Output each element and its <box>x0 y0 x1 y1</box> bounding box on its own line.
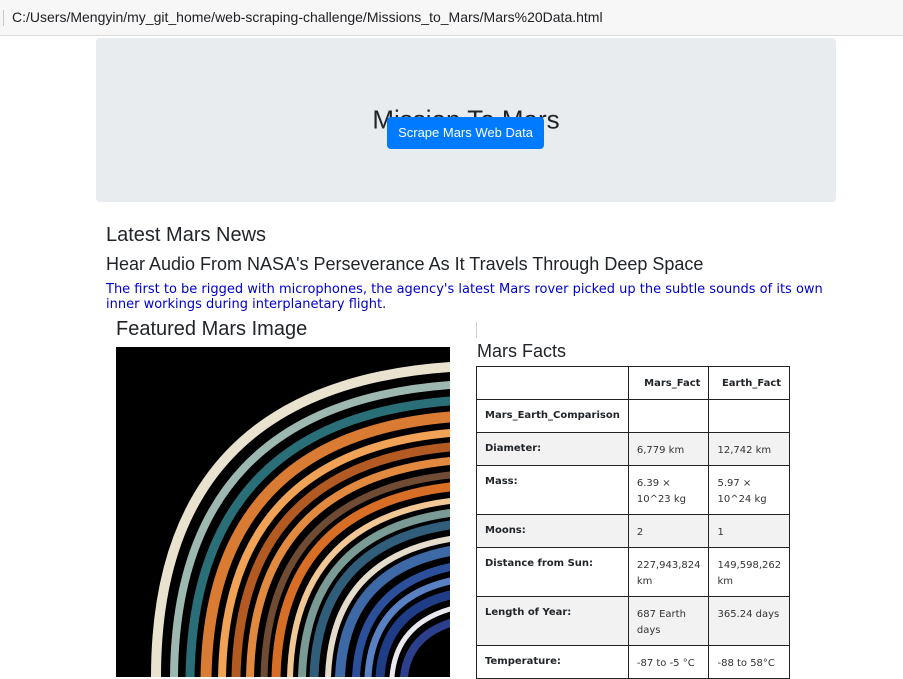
row-label: Length of Year: <box>476 596 629 646</box>
jumbotron: Mission To Mars Scrape Mars Web Data <box>96 38 836 202</box>
earth-value: -88 to 58°C <box>708 645 791 679</box>
news-title: Hear Audio From NASA's Perseverance As I… <box>106 254 704 274</box>
mars-value: 6,779 km <box>627 432 710 466</box>
earth-value: 365.24 days <box>708 596 791 646</box>
table-cell-empty <box>627 399 710 433</box>
mars-value: -87 to -5 °C <box>627 645 710 679</box>
featured-mars-image <box>116 347 450 677</box>
earth-value: 5.97 × 10^24 kg <box>708 465 791 515</box>
address-bar-divider <box>3 10 4 26</box>
mars-facts-heading: Mars Facts <box>477 341 567 361</box>
table-index-row: Mars_Earth_Comparison <box>476 399 791 433</box>
table-cell-empty <box>708 399 791 433</box>
row-label: Mass: <box>476 465 629 515</box>
news-teaser: The first to be rigged with microphones,… <box>106 282 823 312</box>
table-row: Diameter: 6,779 km 12,742 km <box>476 432 791 466</box>
table-row: Distance from Sun: 227,943,824 km 149,59… <box>476 547 791 597</box>
earth-value: 12,742 km <box>708 432 791 466</box>
table-header-blank <box>476 366 629 400</box>
earth-value: 149,598,262 km <box>708 547 791 597</box>
table-row: Length of Year: 687 Earth days 365.24 da… <box>476 596 791 646</box>
mars-value: 2 <box>627 514 710 548</box>
mars-value: 6.39 × 10^23 kg <box>627 465 710 515</box>
address-bar[interactable]: C:/Users/Mengyin/my_git_home/web-scrapin… <box>0 0 903 36</box>
table-row: Mass: 6.39 × 10^23 kg 5.97 × 10^24 kg <box>476 465 791 515</box>
table-header-row: Mars_Fact Earth_Fact <box>476 366 791 400</box>
mars-value: 227,943,824 km <box>627 547 710 597</box>
saturn-rings-photo <box>116 347 450 677</box>
earth-value: 1 <box>708 514 791 548</box>
row-label: Moons: <box>476 514 629 548</box>
scrape-button[interactable]: Scrape Mars Web Data <box>387 117 544 149</box>
table-index-label: Mars_Earth_Comparison <box>476 399 629 433</box>
row-label: Temperature: <box>476 645 629 679</box>
table-header-mars: Mars_Fact <box>627 366 710 400</box>
row-label: Distance from Sun: <box>476 547 629 597</box>
mars-value: 687 Earth days <box>627 596 710 646</box>
table-header-earth: Earth_Fact <box>708 366 791 400</box>
news-section-heading: Latest Mars News <box>106 224 267 246</box>
table-row: Moons: 2 1 <box>476 514 791 548</box>
featured-image-heading: Featured Mars Image <box>116 318 308 340</box>
address-bar-url[interactable]: C:/Users/Mengyin/my_git_home/web-scrapin… <box>12 9 603 25</box>
column-divider <box>476 322 477 338</box>
table-row: Temperature: -87 to -5 °C -88 to 58°C <box>476 645 791 679</box>
mars-facts-table: Mars_Fact Earth_Fact Mars_Earth_Comparis… <box>476 366 791 679</box>
row-label: Diameter: <box>476 432 629 466</box>
